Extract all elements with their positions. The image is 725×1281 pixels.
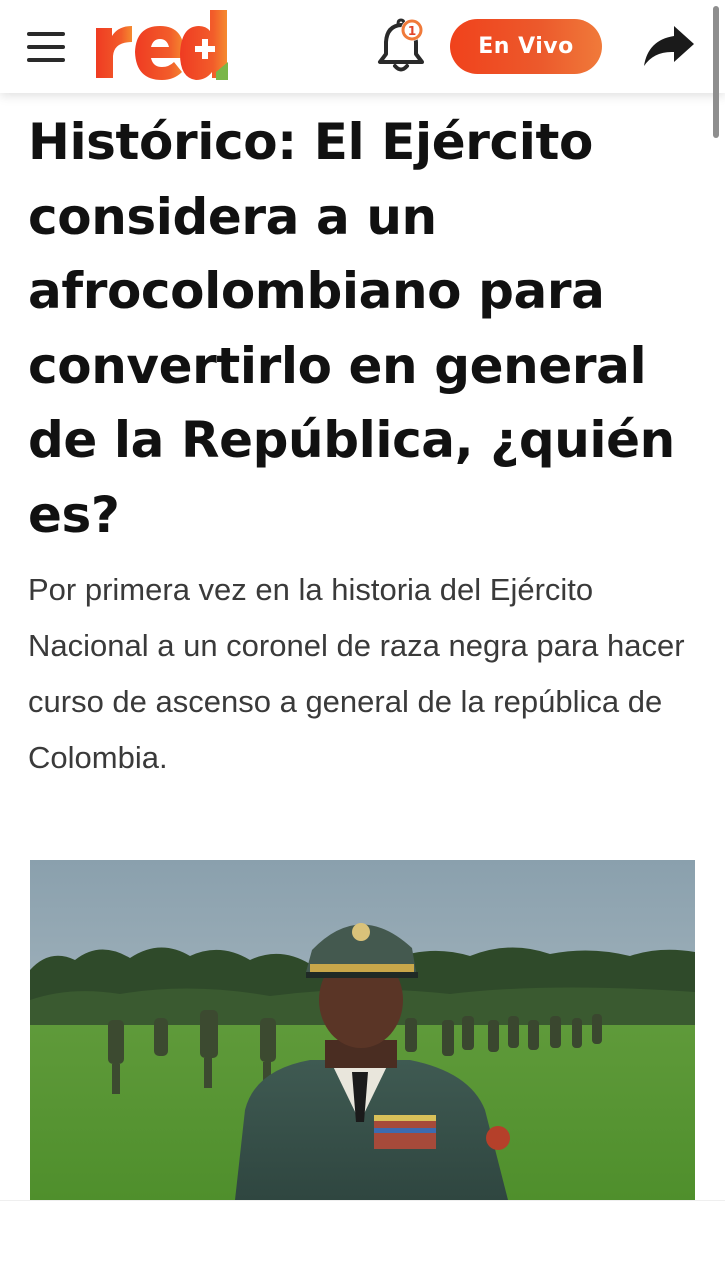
hamburger-menu-icon[interactable] <box>25 30 67 64</box>
article-headline: Histórico: El Ejército considera a un af… <box>28 113 675 544</box>
bell-icon[interactable]: 1 <box>374 16 428 74</box>
red-plus-logo[interactable] <box>92 6 232 86</box>
article-lead: Por primera vez en la historia del Ejérc… <box>28 572 685 775</box>
site-header: 1 En Vivo <box>0 0 725 93</box>
article-photo <box>30 860 695 1200</box>
page-scrollbar[interactable] <box>713 6 719 138</box>
bell-badge-count: 1 <box>408 24 416 38</box>
live-button[interactable]: En Vivo <box>450 19 602 74</box>
bottom-ad-area <box>0 1200 725 1281</box>
share-arrow-icon[interactable] <box>640 22 696 70</box>
